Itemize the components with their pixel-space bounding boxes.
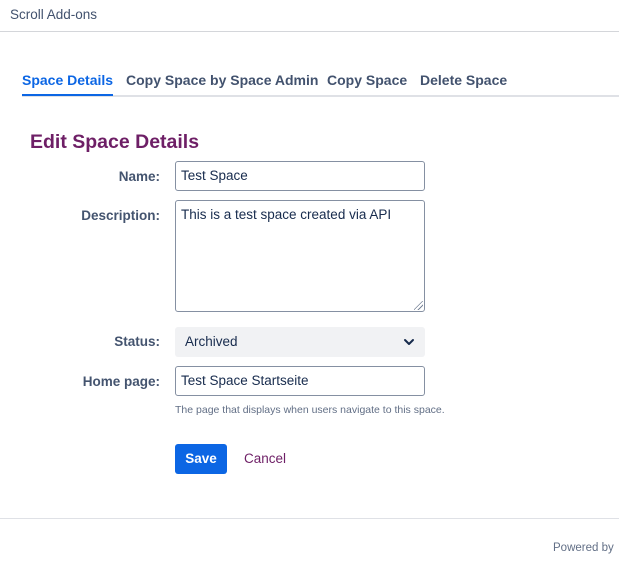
footer-divider bbox=[0, 518, 619, 519]
resize-handle-icon[interactable] bbox=[414, 301, 423, 310]
tab-copy-space-by-space-admin[interactable]: Copy Space by Space Admin bbox=[126, 72, 318, 88]
description-label: Description: bbox=[81, 208, 160, 223]
description-textarea[interactable]: This is a test space created via API bbox=[175, 200, 425, 312]
powered-by-text: Powered by bbox=[553, 542, 614, 554]
home-page-field[interactable]: Test Space Startseite bbox=[175, 366, 425, 396]
status-label: Status: bbox=[114, 334, 160, 349]
home-page-label: Home page: bbox=[82, 374, 160, 389]
tab-space-details[interactable]: Space Details bbox=[22, 72, 114, 96]
name-field[interactable]: Test Space bbox=[175, 161, 425, 191]
tab-bar: Space Details Copy Space by Space Admin … bbox=[22, 70, 619, 97]
tab-delete-space[interactable]: Delete Space bbox=[420, 72, 507, 88]
home-page-hint: The page that displays when users naviga… bbox=[175, 404, 445, 416]
description-text: This is a test space created via API bbox=[181, 207, 392, 222]
cancel-button[interactable]: Cancel bbox=[244, 451, 286, 466]
save-button[interactable]: Save bbox=[175, 444, 227, 474]
name-label: Name: bbox=[118, 169, 160, 184]
tab-copy-space[interactable]: Copy Space bbox=[327, 72, 407, 88]
page-title: Edit Space Details bbox=[30, 131, 200, 153]
top-bar: Scroll Add-ons bbox=[0, 0, 619, 32]
app-title: Scroll Add-ons bbox=[10, 7, 98, 22]
status-selected-value: Archived bbox=[185, 334, 238, 349]
status-select[interactable]: Archived bbox=[175, 327, 425, 357]
chevron-down-icon bbox=[404, 339, 414, 345]
